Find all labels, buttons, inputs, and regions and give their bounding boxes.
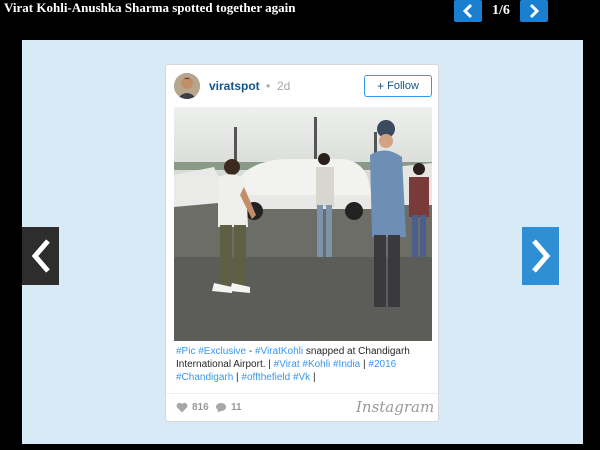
prev-slide-button[interactable] bbox=[454, 0, 482, 22]
airport-photo-illustration bbox=[174, 107, 432, 341]
hashtag-link[interactable]: #ViratKohli bbox=[255, 346, 303, 357]
hashtag-link[interactable]: #Pic bbox=[176, 346, 195, 357]
slide-prev-arrow[interactable] bbox=[22, 227, 59, 285]
pager: 1/6 bbox=[454, 0, 548, 22]
instagram-logo[interactable]: Instagram bbox=[356, 398, 434, 416]
heart-icon bbox=[176, 402, 188, 413]
hashtag-link[interactable]: #Kohli bbox=[302, 359, 330, 370]
hashtag-link[interactable]: #India bbox=[333, 359, 360, 370]
slide-counter: 1/6 bbox=[492, 3, 510, 18]
next-slide-button[interactable] bbox=[520, 0, 548, 22]
comments-value: 11 bbox=[231, 402, 242, 413]
comment-icon bbox=[216, 403, 226, 413]
hashtag-link[interactable]: #Exclusive bbox=[198, 346, 246, 357]
post-photo[interactable] bbox=[174, 107, 432, 341]
caption-text: | bbox=[310, 372, 316, 383]
instagram-embed-card: viratspot • 2d + Follow #Pic #Exclusive … bbox=[165, 64, 439, 422]
hashtag-link[interactable]: #Vk bbox=[293, 372, 310, 383]
gallery-title: Virat Kohli-Anushka Sharma spotted toget… bbox=[4, 0, 296, 15]
avatar[interactable] bbox=[174, 73, 200, 99]
hashtag-link[interactable]: #2016 bbox=[368, 359, 396, 370]
hashtag-link[interactable]: #Virat bbox=[274, 359, 300, 370]
hashtag-link[interactable]: #offthefield bbox=[241, 372, 290, 383]
avatar-image bbox=[174, 73, 200, 99]
slide-next-arrow[interactable] bbox=[522, 227, 559, 285]
post-header: viratspot • 2d + Follow bbox=[166, 65, 438, 107]
post-time: 2d bbox=[277, 79, 291, 93]
likes-count[interactable]: 816 bbox=[176, 402, 209, 413]
likes-value: 816 bbox=[192, 402, 209, 413]
follow-label: Follow bbox=[387, 80, 419, 92]
post-username[interactable]: viratspot bbox=[209, 79, 260, 93]
post-footer: 816 11 Instagram bbox=[166, 393, 438, 422]
chevron-left-icon bbox=[31, 239, 50, 273]
chevron-right-icon bbox=[529, 3, 540, 19]
chevron-left-icon bbox=[462, 3, 473, 19]
follow-button[interactable]: + Follow bbox=[364, 75, 432, 97]
post-caption: #Pic #Exclusive - #ViratKohli snapped at… bbox=[176, 345, 432, 384]
top-bar: Virat Kohli-Anushka Sharma spotted toget… bbox=[0, 0, 600, 40]
comments-count[interactable]: 11 bbox=[215, 402, 242, 413]
chevron-right-icon bbox=[531, 239, 550, 273]
caption-text: - bbox=[246, 346, 255, 357]
plus-icon: + bbox=[377, 79, 385, 93]
hashtag-link[interactable]: #Chandigarh bbox=[176, 372, 233, 383]
separator-dot: • bbox=[266, 79, 271, 93]
